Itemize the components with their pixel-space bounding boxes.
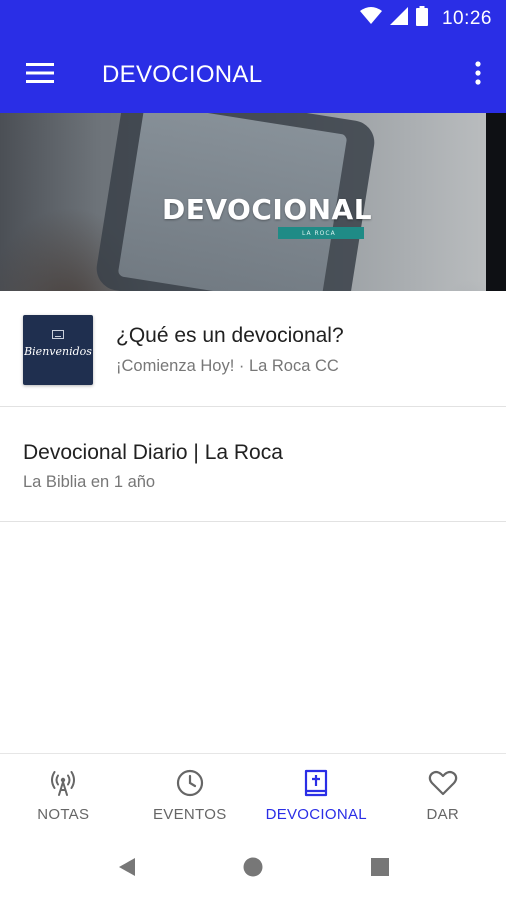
page-title: DEVOCIONAL bbox=[102, 61, 263, 88]
tab-dar[interactable]: DAR bbox=[380, 754, 506, 837]
heart-icon bbox=[428, 768, 458, 798]
list-item[interactable]: Bienvenidos ¿Qué es un devocional? ¡Comi… bbox=[0, 291, 506, 407]
thumbnail-text: Bienvenidos bbox=[24, 345, 92, 358]
hamburger-menu-icon bbox=[26, 62, 54, 88]
banner-title: DEVOCIONAL bbox=[162, 193, 373, 226]
recents-button[interactable] bbox=[368, 857, 392, 881]
back-button[interactable] bbox=[115, 857, 139, 881]
system-navigation-bar bbox=[0, 837, 506, 900]
tab-label: NOTAS bbox=[37, 806, 90, 823]
banner-edge bbox=[486, 113, 506, 291]
broadcast-icon bbox=[48, 768, 78, 798]
devotional-banner[interactable]: DEVOCIONAL LA ROCA bbox=[0, 113, 506, 291]
overflow-menu-button[interactable] bbox=[466, 55, 490, 95]
tab-eventos[interactable]: EVENTOS bbox=[127, 754, 254, 837]
recents-icon bbox=[371, 857, 389, 881]
more-vert-icon bbox=[475, 60, 481, 90]
tab-label: DEVOCIONAL bbox=[265, 806, 367, 823]
item-title: ¿Qué es un devocional? bbox=[116, 324, 344, 347]
clock-icon bbox=[175, 768, 205, 798]
picture-icon bbox=[52, 330, 64, 339]
wifi-icon bbox=[359, 7, 382, 30]
status-bar: 10:26 bbox=[0, 0, 506, 37]
tab-notas[interactable]: NOTAS bbox=[0, 754, 127, 837]
banner-tag: LA ROCA bbox=[278, 227, 364, 239]
tab-devocional[interactable]: DEVOCIONAL bbox=[253, 754, 380, 837]
item-title: Devocional Diario | La Roca bbox=[23, 441, 283, 464]
battery-icon bbox=[415, 6, 428, 31]
status-icons: 10:26 bbox=[359, 6, 492, 31]
tab-label: DAR bbox=[426, 806, 460, 823]
home-button[interactable] bbox=[241, 857, 265, 881]
bottom-navigation: NOTAS EVENTOS DEVOCIONAL DAR bbox=[0, 753, 506, 837]
item-subtitle: ¡Comienza Hoy! · La Roca CC bbox=[116, 357, 339, 375]
app-bar: DEVOCIONAL bbox=[0, 37, 506, 113]
home-icon bbox=[243, 857, 263, 882]
bible-icon bbox=[301, 768, 331, 798]
item-thumbnail: Bienvenidos bbox=[23, 315, 93, 385]
signal-icon bbox=[389, 7, 408, 30]
item-subtitle: La Biblia en 1 año bbox=[23, 473, 156, 491]
tab-label: EVENTOS bbox=[152, 806, 227, 823]
status-time: 10:26 bbox=[441, 7, 492, 29]
list-item[interactable]: Devocional Diario | La Roca La Biblia en… bbox=[0, 407, 506, 522]
menu-button[interactable] bbox=[0, 37, 80, 113]
back-icon bbox=[118, 857, 136, 882]
